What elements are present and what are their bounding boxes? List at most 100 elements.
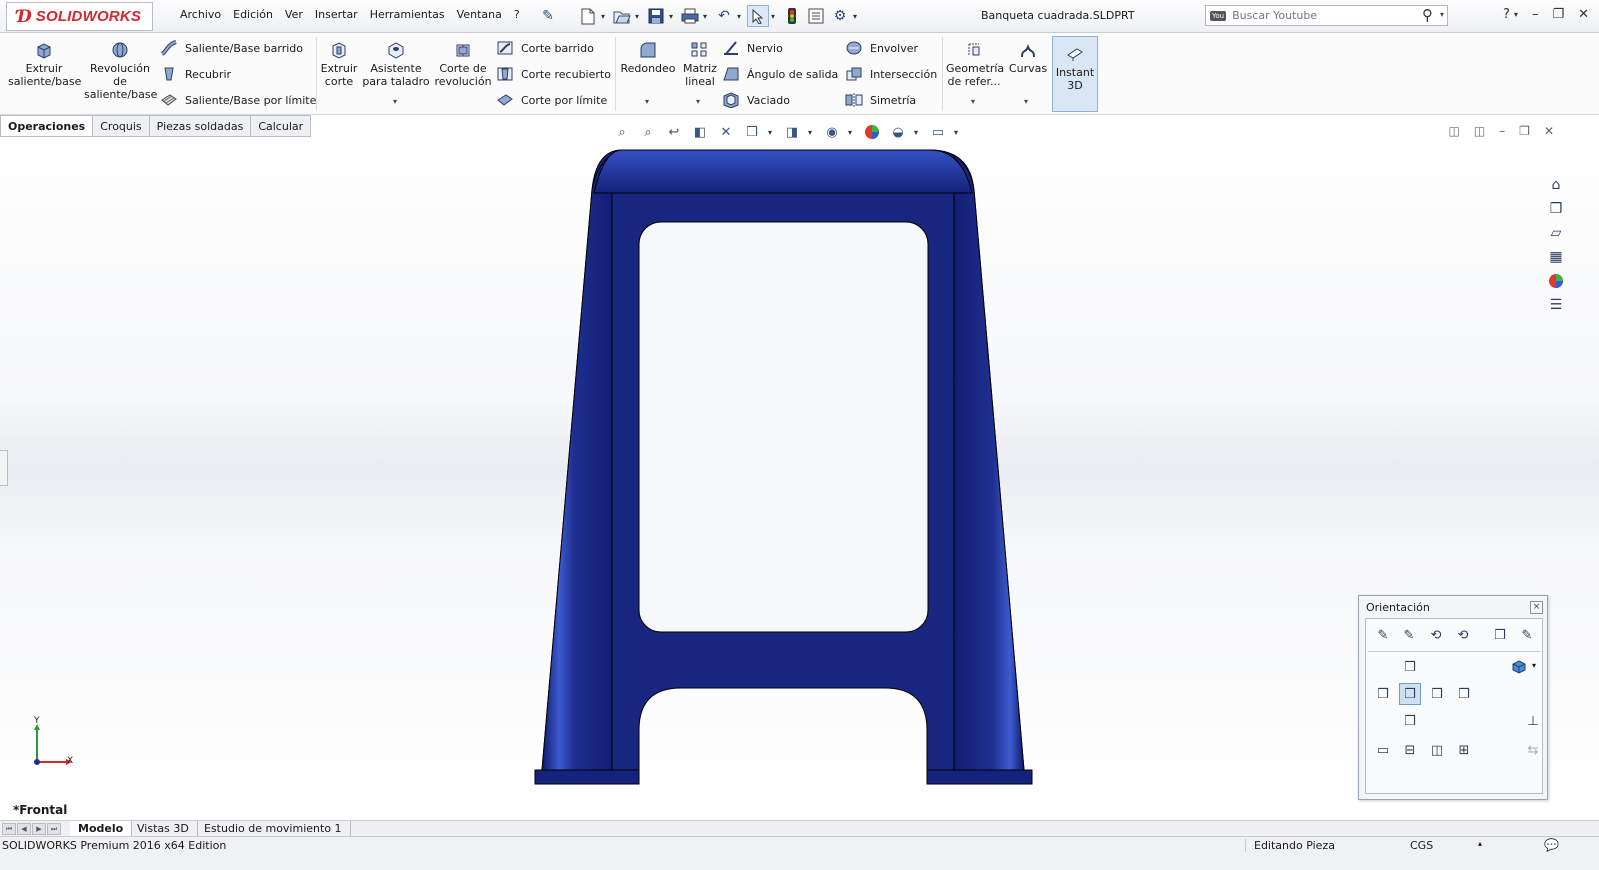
edit-appearance-icon[interactable] — [862, 122, 882, 142]
tab-croquis[interactable]: Croquis — [93, 115, 150, 137]
view-settings-icon[interactable]: ▭ — [928, 122, 948, 142]
redondeo-button[interactable]: Redondeo — [618, 41, 678, 75]
stool-model[interactable] — [530, 145, 1036, 790]
interseccion-button[interactable]: Intersección — [845, 64, 937, 84]
front-view-icon[interactable]: ❒ — [1399, 683, 1421, 705]
tab-modelo[interactable]: Modelo — [70, 821, 133, 837]
appearances-icon[interactable] — [1544, 270, 1568, 292]
chevron-down-icon[interactable]: ▾ — [1514, 10, 1518, 22]
matriz-lineal-button[interactable]: Matriz lineal — [682, 41, 718, 88]
view-orientation-icon[interactable]: ❒ — [742, 122, 762, 142]
recubrir-button[interactable]: Recubrir — [160, 64, 231, 84]
dynamic-annotation-icon[interactable]: ✕ — [716, 122, 736, 142]
four-view-icon[interactable]: ⊞ — [1453, 739, 1475, 761]
right-view-icon[interactable]: ❒ — [1426, 683, 1448, 705]
menu-ver[interactable]: Ver — [279, 8, 309, 21]
extruir-saliente-button[interactable]: Extruir saliente/base — [8, 41, 81, 88]
open-folder-icon[interactable] — [611, 5, 633, 27]
chevron-down-icon[interactable]: ▾ — [393, 97, 397, 106]
two-view-horizontal-icon[interactable]: ⊟ — [1399, 739, 1421, 761]
search-icon[interactable]: ⚲ — [1422, 6, 1433, 24]
back-view-icon[interactable]: ❒ — [1453, 683, 1475, 705]
restore-icon[interactable]: ❐ — [1519, 124, 1530, 138]
bottom-view-icon[interactable]: ❒ — [1399, 710, 1421, 732]
saliente-barrido-button[interactable]: Saliente/Base barrido — [160, 38, 303, 58]
corte-recubierto-button[interactable]: Corte recubierto — [496, 64, 611, 84]
chevron-down-icon[interactable]: ▾ — [601, 12, 609, 21]
display-style-icon[interactable]: ◨ — [782, 122, 802, 142]
angulo-salida-button[interactable]: Ángulo de salida — [722, 64, 838, 84]
left-view-icon[interactable]: ❒ — [1372, 683, 1394, 705]
saliente-limite-button[interactable]: Saliente/Base por límite — [160, 90, 316, 110]
single-view-icon[interactable]: ▭ — [1372, 739, 1394, 761]
design-library-icon[interactable]: ❒ — [1544, 198, 1568, 220]
hide-show-items-icon[interactable]: ◉ — [822, 122, 842, 142]
tooltip-bubble-icon[interactable]: 💬 — [1544, 838, 1559, 852]
view-cube-icon[interactable]: ❒ — [1489, 624, 1511, 646]
tab-calcular[interactable]: Calcular — [251, 115, 312, 137]
nervio-button[interactable]: Nervio — [722, 38, 783, 58]
first-tab-icon[interactable]: ⏮ — [2, 823, 16, 835]
simetria-button[interactable]: Simetría — [845, 90, 916, 110]
undo-icon[interactable]: ↶ — [713, 5, 735, 27]
unit-system[interactable]: CGS — [1410, 839, 1433, 852]
asistente-taladro-button[interactable]: Asistente para taladro — [362, 41, 430, 88]
chevron-down-icon[interactable]: ▾ — [1440, 10, 1444, 19]
chevron-down-icon[interactable]: ▾ — [737, 12, 745, 21]
pin-icon[interactable]: ✎ — [537, 5, 559, 27]
file-explorer-icon[interactable]: ▱ — [1544, 222, 1568, 244]
two-view-vertical-icon[interactable]: ◫ — [1426, 739, 1448, 761]
chevron-down-icon[interactable]: ▾ — [696, 97, 700, 106]
feature-manager-handle[interactable] — [0, 450, 8, 486]
chevron-up-icon[interactable]: ▴ — [1478, 839, 1482, 848]
view-selector-icon[interactable]: ⟲ — [1452, 624, 1474, 646]
minimize-icon[interactable]: – — [1532, 7, 1539, 22]
corte-revolucion-button[interactable]: Corte de revolución — [434, 41, 492, 88]
menu-help[interactable]: ? — [508, 8, 526, 21]
close-icon[interactable]: × — [1530, 601, 1543, 614]
custom-properties-icon[interactable]: ☰ — [1544, 294, 1568, 316]
menu-insertar[interactable]: Insertar — [309, 8, 364, 21]
corte-barrido-button[interactable]: Corte barrido — [496, 38, 594, 58]
top-view-icon[interactable]: ❒ — [1399, 656, 1421, 678]
new-view-icon[interactable]: ✎ — [1372, 624, 1394, 646]
pin-icon[interactable]: ✎ — [1516, 624, 1538, 646]
apply-scene-icon[interactable]: ◒ — [888, 122, 908, 142]
revolucion-saliente-button[interactable]: Revolución de saliente/base — [84, 41, 157, 101]
close-icon[interactable]: ✕ — [1544, 124, 1554, 138]
chevron-down-icon[interactable]: ▾ — [768, 128, 776, 137]
chevron-down-icon[interactable]: ▾ — [914, 128, 922, 137]
menu-herramientas[interactable]: Herramientas — [364, 8, 451, 21]
select-arrow-icon[interactable] — [747, 5, 769, 27]
instant3d-button[interactable]: Instant 3D — [1052, 36, 1098, 112]
chevron-down-icon[interactable]: ▾ — [771, 12, 779, 21]
chevron-down-icon[interactable]: ▾ — [1024, 97, 1028, 106]
next-tab-icon[interactable]: ▶ — [32, 823, 46, 835]
search-box[interactable]: You Buscar Youtube ⚲ ▾ — [1205, 5, 1448, 26]
link-views-icon[interactable]: ⇆ — [1522, 739, 1544, 761]
section-view-icon[interactable]: ◧ — [690, 122, 710, 142]
last-tab-icon[interactable]: ⏭ — [47, 823, 61, 835]
file-properties-icon[interactable] — [805, 5, 827, 27]
reset-standard-views-icon[interactable]: ⟲ — [1425, 624, 1447, 646]
vaciado-button[interactable]: Vaciado — [722, 90, 790, 110]
envolver-button[interactable]: Envolver — [845, 38, 918, 58]
tab-estudio-movimiento[interactable]: Estudio de movimiento 1 — [196, 821, 351, 837]
search-input[interactable]: Buscar Youtube — [1232, 9, 1317, 22]
isometric-view-icon[interactable] — [1508, 656, 1530, 678]
split-right-icon[interactable]: ◫ — [1474, 124, 1485, 138]
tab-piezas-soldadas[interactable]: Piezas soldadas — [149, 115, 252, 137]
previous-view-icon[interactable]: ↩ — [664, 122, 684, 142]
options-gear-icon[interactable]: ⚙ — [829, 5, 851, 27]
curvas-button[interactable]: Curvas — [1006, 41, 1050, 75]
zoom-to-fit-icon[interactable]: ⌕ — [612, 122, 632, 142]
menu-edicion[interactable]: Edición — [227, 8, 279, 21]
help-icon[interactable]: ? — [1503, 7, 1510, 22]
normal-to-icon[interactable]: ⊥ — [1522, 710, 1544, 732]
menu-archivo[interactable]: Archivo — [174, 8, 227, 21]
tab-vistas-3d[interactable]: Vistas 3D — [129, 821, 198, 837]
zoom-to-area-icon[interactable]: ⌕ — [638, 122, 658, 142]
chevron-down-icon[interactable]: ▾ — [1532, 661, 1536, 670]
view-palette-icon[interactable]: ▦ — [1544, 246, 1568, 268]
menu-ventana[interactable]: Ventana — [451, 8, 508, 21]
